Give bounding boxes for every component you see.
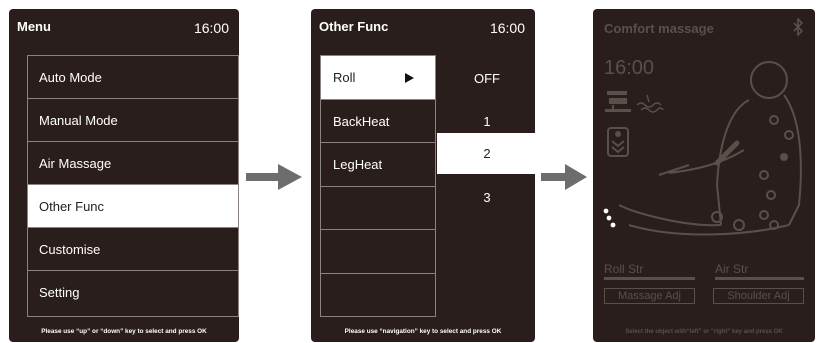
shoulder-adj-button[interactable]: Shoulder Adj (713, 288, 804, 304)
function-item-label: Roll (333, 70, 356, 85)
menu-screen: Menu 16:00 Auto Mode Manual Mode Air Mas… (9, 9, 239, 342)
clock: 16:00 (193, 20, 229, 36)
other-func-hint: Please use “navigation” key to select an… (344, 328, 502, 335)
function-item-roll[interactable]: Roll (321, 56, 435, 100)
clock: 16:00 (489, 20, 525, 36)
function-list: Roll BackHeat LegHeat (320, 55, 436, 317)
other-func-screen: Other Func 16:00 Roll BackHeat LegHeat O… (311, 9, 535, 342)
option-off[interactable]: OFF (437, 58, 535, 99)
menu-header: Menu 16:00 (9, 9, 239, 41)
play-triangle-icon (405, 73, 414, 83)
menu-hint: Please use “up” or “down” key to select … (41, 328, 207, 335)
comfort-massage-hint: Select the object with“left” or “right” … (625, 329, 783, 335)
function-item-legheat[interactable]: LegHeat (321, 143, 435, 187)
other-func-title: Other Func (319, 19, 389, 34)
roll-strength-bar[interactable] (604, 277, 695, 280)
air-strength-label: Air Str (715, 262, 749, 276)
arrow-right-icon (246, 164, 302, 190)
menu-item-setting[interactable]: Setting (28, 271, 238, 314)
menu-item-auto-mode[interactable]: Auto Mode (28, 56, 238, 99)
menu-title: Menu (17, 19, 51, 34)
option-2[interactable]: 2 (437, 133, 535, 174)
mode-title: Comfort massage (604, 21, 714, 36)
menu-item-customise[interactable]: Customise (28, 228, 238, 271)
function-item-backheat[interactable]: BackHeat (321, 100, 435, 143)
body-silhouette-icon (618, 61, 802, 236)
menu-item-manual-mode[interactable]: Manual Mode (28, 99, 238, 142)
arrow-right-icon (541, 164, 587, 190)
menu-item-other-func[interactable]: Other Func (28, 185, 238, 228)
comfort-massage-screen: Comfort massage 16:00 Roll Str Air Str M… (593, 9, 815, 342)
bluetooth-icon (793, 18, 804, 36)
menu-item-air-massage[interactable]: Air Massage (28, 142, 238, 185)
function-item-empty (321, 187, 435, 230)
option-3[interactable]: 3 (437, 177, 535, 218)
massage-adj-button[interactable]: Massage Adj (604, 288, 695, 304)
roll-strength-label: Roll Str (604, 262, 644, 276)
function-item-empty (321, 230, 435, 274)
function-item-empty (321, 274, 435, 318)
air-strength-bar[interactable] (715, 277, 804, 280)
menu-list: Auto Mode Manual Mode Air Massage Other … (27, 55, 239, 317)
other-func-header: Other Func 16:00 (311, 9, 535, 41)
foot-roller-icon (603, 208, 616, 228)
